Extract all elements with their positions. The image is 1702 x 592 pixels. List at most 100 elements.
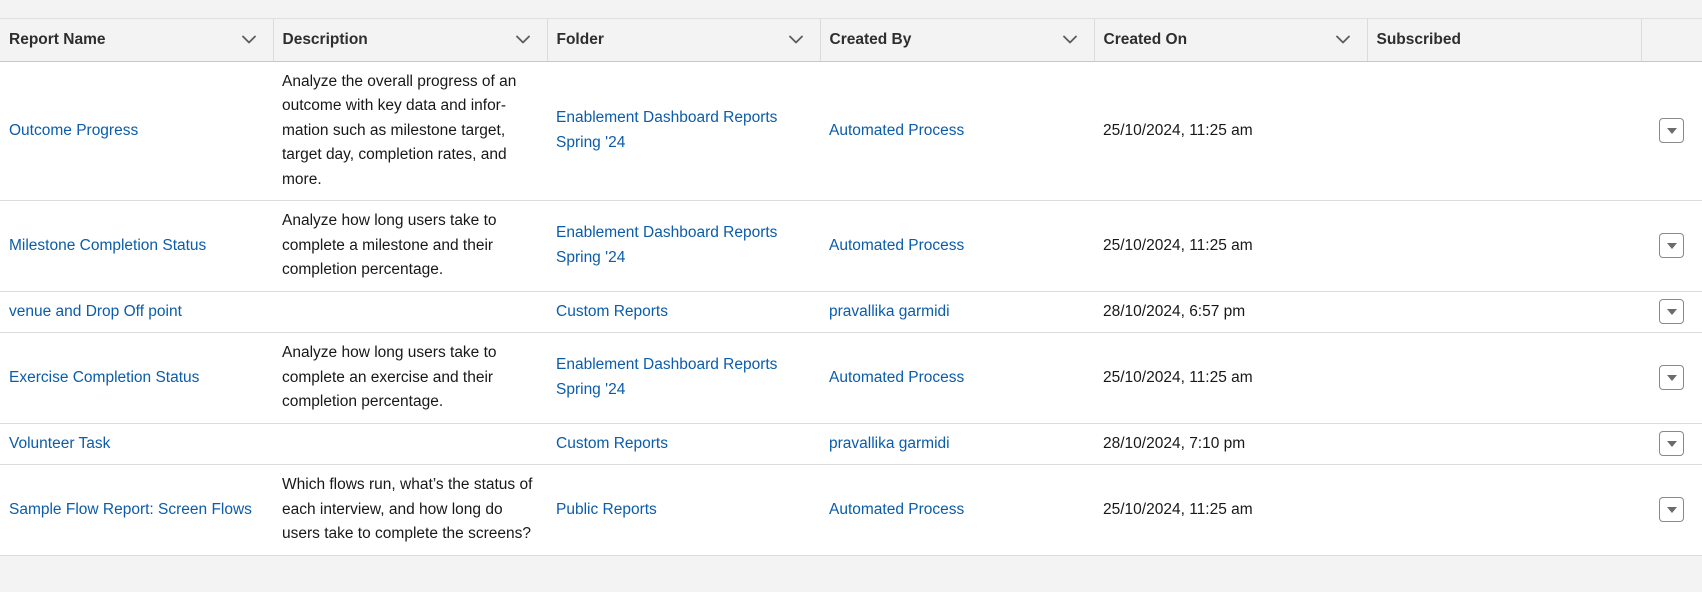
column-header-description[interactable]: Description [273,19,548,62]
cell-created-on: 25/10/2024, 11:25 am [1094,200,1367,292]
folder-link[interactable]: Custom Reports [556,303,668,320]
caret-down-icon [1666,308,1678,316]
cell-actions [1641,200,1702,292]
cell-folder: Custom Reports [547,291,820,333]
cell-created-by: pravallika garmidi [820,423,1094,465]
reports-list-view: Report Name Description Folder Created By Cr… [0,18,1702,556]
caret-down-icon [1666,506,1678,514]
cell-name: venue and Drop Off point [0,291,273,333]
folder-link[interactable]: Enablement Dashboard Reports Spring '24 [556,356,777,398]
cell-name: Sample Flow Report: Screen Flows [0,465,273,555]
name-link[interactable]: Milestone Completion Status [9,237,206,254]
row-actions-button[interactable] [1659,299,1684,325]
table-row: Outcome Progress Analyze the overall prog… [0,61,1702,201]
description-text: Analyze how long users take to complete … [282,344,497,410]
cell-created-on: 28/10/2024, 7:10 pm [1094,423,1367,465]
folder-link[interactable]: Enablement Dashboard Reports Spring '24 [556,224,777,266]
name-link[interactable]: Outcome Progress [9,122,138,139]
table-row: venue and Drop Off point Custom Reports pr… [0,291,1702,333]
created-by-link[interactable]: Automated Process [829,122,964,139]
created-on-text: 25/10/2024, 11:25 am [1103,236,1253,254]
cell-created-by: Automated Process [820,332,1094,424]
column-header-label: Folder [556,30,604,48]
reports-table: Report Name Description Folder Created By Cr… [0,19,1702,555]
caret-down-icon [1666,242,1678,250]
table-row: Volunteer Task Custom Reports pravallika g… [0,423,1702,465]
cell-created-on: 28/10/2024, 6:57 pm [1094,291,1367,333]
created-by-link[interactable]: pravallika garmidi [829,303,950,320]
cell-name: Milestone Completion Status [0,200,273,292]
column-header-created-by[interactable]: Created By [820,19,1095,62]
cell-subscribed [1367,465,1641,555]
column-header-label: Subscribed [1376,30,1461,48]
table-row: Exercise Completion Status Analyze how lo… [0,332,1702,424]
table-body: Outcome Progress Analyze the overall prog… [0,61,1702,555]
row-actions-button[interactable] [1659,233,1684,259]
chevron-down-icon[interactable] [514,31,532,49]
column-header-label: Report Name [9,30,106,48]
cell-created-on: 25/10/2024, 11:25 am [1094,332,1367,424]
chevron-down-icon[interactable] [1061,31,1079,49]
cell-actions [1641,332,1702,424]
folder-link[interactable]: Enablement Dashboard Reports Spring '24 [556,109,777,151]
chevron-down-icon[interactable] [787,31,805,49]
column-header-actions [1641,19,1702,62]
name-link[interactable]: Volunteer Task [9,435,110,452]
cell-description [273,423,547,465]
cell-actions [1641,465,1702,555]
chevron-down-icon[interactable] [1334,31,1352,49]
name-link[interactable]: Exercise Completion Status [9,369,199,386]
column-header-folder[interactable]: Folder [547,19,821,62]
cell-description: Analyze the overall progress of an outco… [273,61,547,201]
chevron-down-icon[interactable] [240,31,258,49]
row-actions-button[interactable] [1659,118,1684,144]
created-by-link[interactable]: pravallika garmidi [829,435,950,452]
name-link[interactable]: Sample Flow Report: Screen Flows [9,501,252,518]
table-row: Sample Flow Report: Screen Flows Which fl… [0,465,1702,555]
column-header-label: Description [282,30,368,48]
description-text: Which flows run, what’s the status of ea… [282,476,533,542]
created-by-link[interactable]: Automated Process [829,237,964,254]
column-header-label: Created By [829,30,912,48]
cell-description: Analyze how long users take to complete … [273,332,547,424]
cell-description: Analyze how long users take to complete … [273,200,547,292]
column-header-created-on[interactable]: Created On [1094,19,1368,62]
cell-actions [1641,291,1702,333]
cell-actions [1641,423,1702,465]
cell-created-on: 25/10/2024, 11:25 am [1094,61,1367,201]
created-on-text: 28/10/2024, 6:57 pm [1103,302,1246,320]
folder-link[interactable]: Custom Reports [556,435,668,452]
caret-down-icon [1666,374,1678,382]
column-header-subscribed[interactable]: Subscribed [1367,19,1642,62]
created-by-link[interactable]: Automated Process [829,501,964,518]
cell-description [273,291,547,333]
folder-link[interactable]: Public Reports [556,501,657,518]
cell-folder: Public Reports [547,465,820,555]
created-on-text: 25/10/2024, 11:25 am [1103,368,1253,386]
name-link[interactable]: venue and Drop Off point [9,303,182,320]
cell-name: Outcome Progress [0,61,273,201]
cell-subscribed [1367,291,1641,333]
cell-subscribed [1367,200,1641,292]
row-actions-button[interactable] [1659,431,1684,457]
cell-subscribed [1367,61,1641,201]
cell-folder: Enablement Dashboard Reports Spring '24 [547,200,820,292]
cell-created-by: Automated Process [820,61,1094,201]
cell-subscribed [1367,332,1641,424]
column-header-name[interactable]: Report Name [0,19,274,62]
cell-created-by: pravallika garmidi [820,291,1094,333]
caret-down-icon [1666,127,1678,135]
table-header-row: Report Name Description Folder Created By Cr… [0,19,1702,62]
cell-description: Which flows run, what’s the status of ea… [273,465,547,555]
row-actions-button[interactable] [1659,365,1684,391]
cell-folder: Enablement Dashboard Reports Spring '24 [547,332,820,424]
caret-down-icon [1666,440,1678,448]
cell-created-by: Automated Process [820,465,1094,555]
cell-folder: Custom Reports [547,423,820,465]
cell-created-by: Automated Process [820,200,1094,292]
row-actions-button[interactable] [1659,497,1684,523]
created-on-text: 28/10/2024, 7:10 pm [1103,434,1246,452]
cell-created-on: 25/10/2024, 11:25 am [1094,465,1367,555]
description-text: Analyze how long users take to complete … [282,212,497,278]
created-by-link[interactable]: Automated Process [829,369,964,386]
